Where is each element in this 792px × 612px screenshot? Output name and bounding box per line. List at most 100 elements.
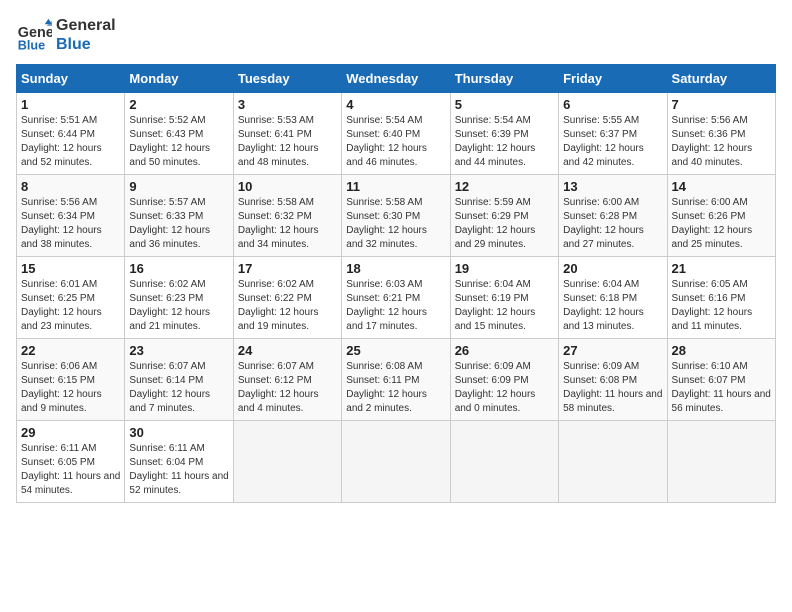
calendar-cell: 8Sunrise: 5:56 AM Sunset: 6:34 PM Daylig… [17,175,125,257]
calendar-cell: 1 Sunrise: 5:51 AM Sunset: 6:44 PM Daylig… [17,93,125,175]
day-info: Sunrise: 5:56 AM Sunset: 6:34 PM Dayligh… [21,196,120,252]
logo-general: General [56,16,116,35]
day-info: Sunrise: 6:00 AM Sunset: 6:28 PM Dayligh… [563,196,662,252]
calendar-cell: 10 Sunrise: 5:58 AM Sunset: 6:32 PM Dayli… [233,175,341,257]
calendar-cell: 7 Sunrise: 5:56 AM Sunset: 6:36 PM Daylig… [667,93,775,175]
calendar-cell: 3 Sunrise: 5:53 AM Sunset: 6:41 PM Daylig… [233,93,341,175]
day-number: 30 [129,425,228,440]
day-number: 5 [455,97,554,112]
calendar-cell [667,421,775,503]
day-number: 13 [563,179,662,194]
day-number: 19 [455,261,554,276]
calendar-cell [450,421,558,503]
day-info: Sunrise: 6:02 AM Sunset: 6:23 PM Dayligh… [129,278,228,334]
calendar-week-3: 15 Sunrise: 6:01 AM Sunset: 6:25 PM Dayli… [17,257,776,339]
day-number: 21 [672,261,771,276]
day-info: Sunrise: 6:00 AM Sunset: 6:26 PM Dayligh… [672,196,771,252]
day-number: 11 [346,179,445,194]
calendar-cell: 2 Sunrise: 5:52 AM Sunset: 6:43 PM Daylig… [125,93,233,175]
col-header-saturday: Saturday [667,65,775,93]
col-header-thursday: Thursday [450,65,558,93]
day-info: Sunrise: 6:07 AM Sunset: 6:14 PM Dayligh… [129,360,228,416]
day-number: 14 [672,179,771,194]
day-info: Sunrise: 6:02 AM Sunset: 6:22 PM Dayligh… [238,278,337,334]
day-number: 26 [455,343,554,358]
calendar-week-1: 1 Sunrise: 5:51 AM Sunset: 6:44 PM Daylig… [17,93,776,175]
day-info: Sunrise: 5:54 AM Sunset: 6:40 PM Dayligh… [346,114,445,170]
calendar-cell: 27Sunrise: 6:09 AM Sunset: 6:08 PM Dayli… [559,339,667,421]
calendar-cell: 25 Sunrise: 6:08 AM Sunset: 6:11 PM Dayli… [342,339,450,421]
day-number: 16 [129,261,228,276]
calendar-table: SundayMondayTuesdayWednesdayThursdayFrid… [16,64,776,503]
logo-icon: General Blue [16,17,52,53]
calendar-week-5: 29Sunrise: 6:11 AM Sunset: 6:05 PM Dayli… [17,421,776,503]
day-number: 25 [346,343,445,358]
calendar-cell: 19Sunrise: 6:04 AM Sunset: 6:19 PM Dayli… [450,257,558,339]
calendar-cell [559,421,667,503]
day-info: Sunrise: 6:09 AM Sunset: 6:09 PM Dayligh… [455,360,554,416]
day-number: 1 [21,97,120,112]
calendar-cell [233,421,341,503]
calendar-cell: 11 Sunrise: 5:58 AM Sunset: 6:30 PM Dayli… [342,175,450,257]
calendar-cell: 26 Sunrise: 6:09 AM Sunset: 6:09 PM Dayli… [450,339,558,421]
calendar-cell: 28 Sunrise: 6:10 AM Sunset: 6:07 PM Dayli… [667,339,775,421]
day-number: 10 [238,179,337,194]
day-number: 28 [672,343,771,358]
day-number: 9 [129,179,228,194]
col-header-tuesday: Tuesday [233,65,341,93]
day-info: Sunrise: 5:54 AM Sunset: 6:39 PM Dayligh… [455,114,554,170]
calendar-cell: 6Sunrise: 5:55 AM Sunset: 6:37 PM Daylig… [559,93,667,175]
day-info: Sunrise: 5:58 AM Sunset: 6:32 PM Dayligh… [238,196,337,252]
day-info: Sunrise: 6:08 AM Sunset: 6:11 PM Dayligh… [346,360,445,416]
calendar-cell: 23 Sunrise: 6:07 AM Sunset: 6:14 PM Dayli… [125,339,233,421]
calendar-cell: 14 Sunrise: 6:00 AM Sunset: 6:26 PM Dayli… [667,175,775,257]
day-info: Sunrise: 6:04 AM Sunset: 6:18 PM Dayligh… [563,278,662,334]
day-number: 22 [21,343,120,358]
day-number: 7 [672,97,771,112]
day-number: 4 [346,97,445,112]
day-info: Sunrise: 5:52 AM Sunset: 6:43 PM Dayligh… [129,114,228,170]
day-number: 3 [238,97,337,112]
day-info: Sunrise: 6:10 AM Sunset: 6:07 PM Dayligh… [672,360,771,416]
day-info: Sunrise: 5:53 AM Sunset: 6:41 PM Dayligh… [238,114,337,170]
day-number: 24 [238,343,337,358]
col-header-wednesday: Wednesday [342,65,450,93]
logo: General Blue General Blue [16,16,116,54]
day-number: 18 [346,261,445,276]
logo-blue: Blue [56,35,116,54]
calendar-cell: 18 Sunrise: 6:03 AM Sunset: 6:21 PM Dayli… [342,257,450,339]
day-number: 12 [455,179,554,194]
calendar-cell: 29Sunrise: 6:11 AM Sunset: 6:05 PM Dayli… [17,421,125,503]
day-info: Sunrise: 6:07 AM Sunset: 6:12 PM Dayligh… [238,360,337,416]
calendar-cell [342,421,450,503]
day-number: 15 [21,261,120,276]
day-info: Sunrise: 5:51 AM Sunset: 6:44 PM Dayligh… [21,114,120,170]
calendar-cell: 13 Sunrise: 6:00 AM Sunset: 6:28 PM Dayli… [559,175,667,257]
calendar-week-4: 22 Sunrise: 6:06 AM Sunset: 6:15 PM Dayli… [17,339,776,421]
day-info: Sunrise: 6:11 AM Sunset: 6:04 PM Dayligh… [129,442,228,498]
day-number: 2 [129,97,228,112]
page-header: General Blue General Blue [16,16,776,54]
day-info: Sunrise: 6:03 AM Sunset: 6:21 PM Dayligh… [346,278,445,334]
day-info: Sunrise: 5:55 AM Sunset: 6:37 PM Dayligh… [563,114,662,170]
day-info: Sunrise: 6:01 AM Sunset: 6:25 PM Dayligh… [21,278,120,334]
calendar-cell: 20 Sunrise: 6:04 AM Sunset: 6:18 PM Dayli… [559,257,667,339]
col-header-friday: Friday [559,65,667,93]
col-header-monday: Monday [125,65,233,93]
svg-text:Blue: Blue [18,39,45,53]
day-info: Sunrise: 5:56 AM Sunset: 6:36 PM Dayligh… [672,114,771,170]
day-number: 20 [563,261,662,276]
calendar-cell: 22 Sunrise: 6:06 AM Sunset: 6:15 PM Dayli… [17,339,125,421]
day-number: 17 [238,261,337,276]
day-info: Sunrise: 6:11 AM Sunset: 6:05 PM Dayligh… [21,442,120,498]
day-number: 23 [129,343,228,358]
calendar-cell: 4 Sunrise: 5:54 AM Sunset: 6:40 PM Daylig… [342,93,450,175]
calendar-cell: 17 Sunrise: 6:02 AM Sunset: 6:22 PM Dayli… [233,257,341,339]
calendar-cell: 5 Sunrise: 5:54 AM Sunset: 6:39 PM Daylig… [450,93,558,175]
day-info: Sunrise: 6:06 AM Sunset: 6:15 PM Dayligh… [21,360,120,416]
day-number: 27 [563,343,662,358]
day-info: Sunrise: 5:58 AM Sunset: 6:30 PM Dayligh… [346,196,445,252]
col-header-sunday: Sunday [17,65,125,93]
calendar-cell: 12Sunrise: 5:59 AM Sunset: 6:29 PM Dayli… [450,175,558,257]
calendar-cell: 30 Sunrise: 6:11 AM Sunset: 6:04 PM Dayli… [125,421,233,503]
